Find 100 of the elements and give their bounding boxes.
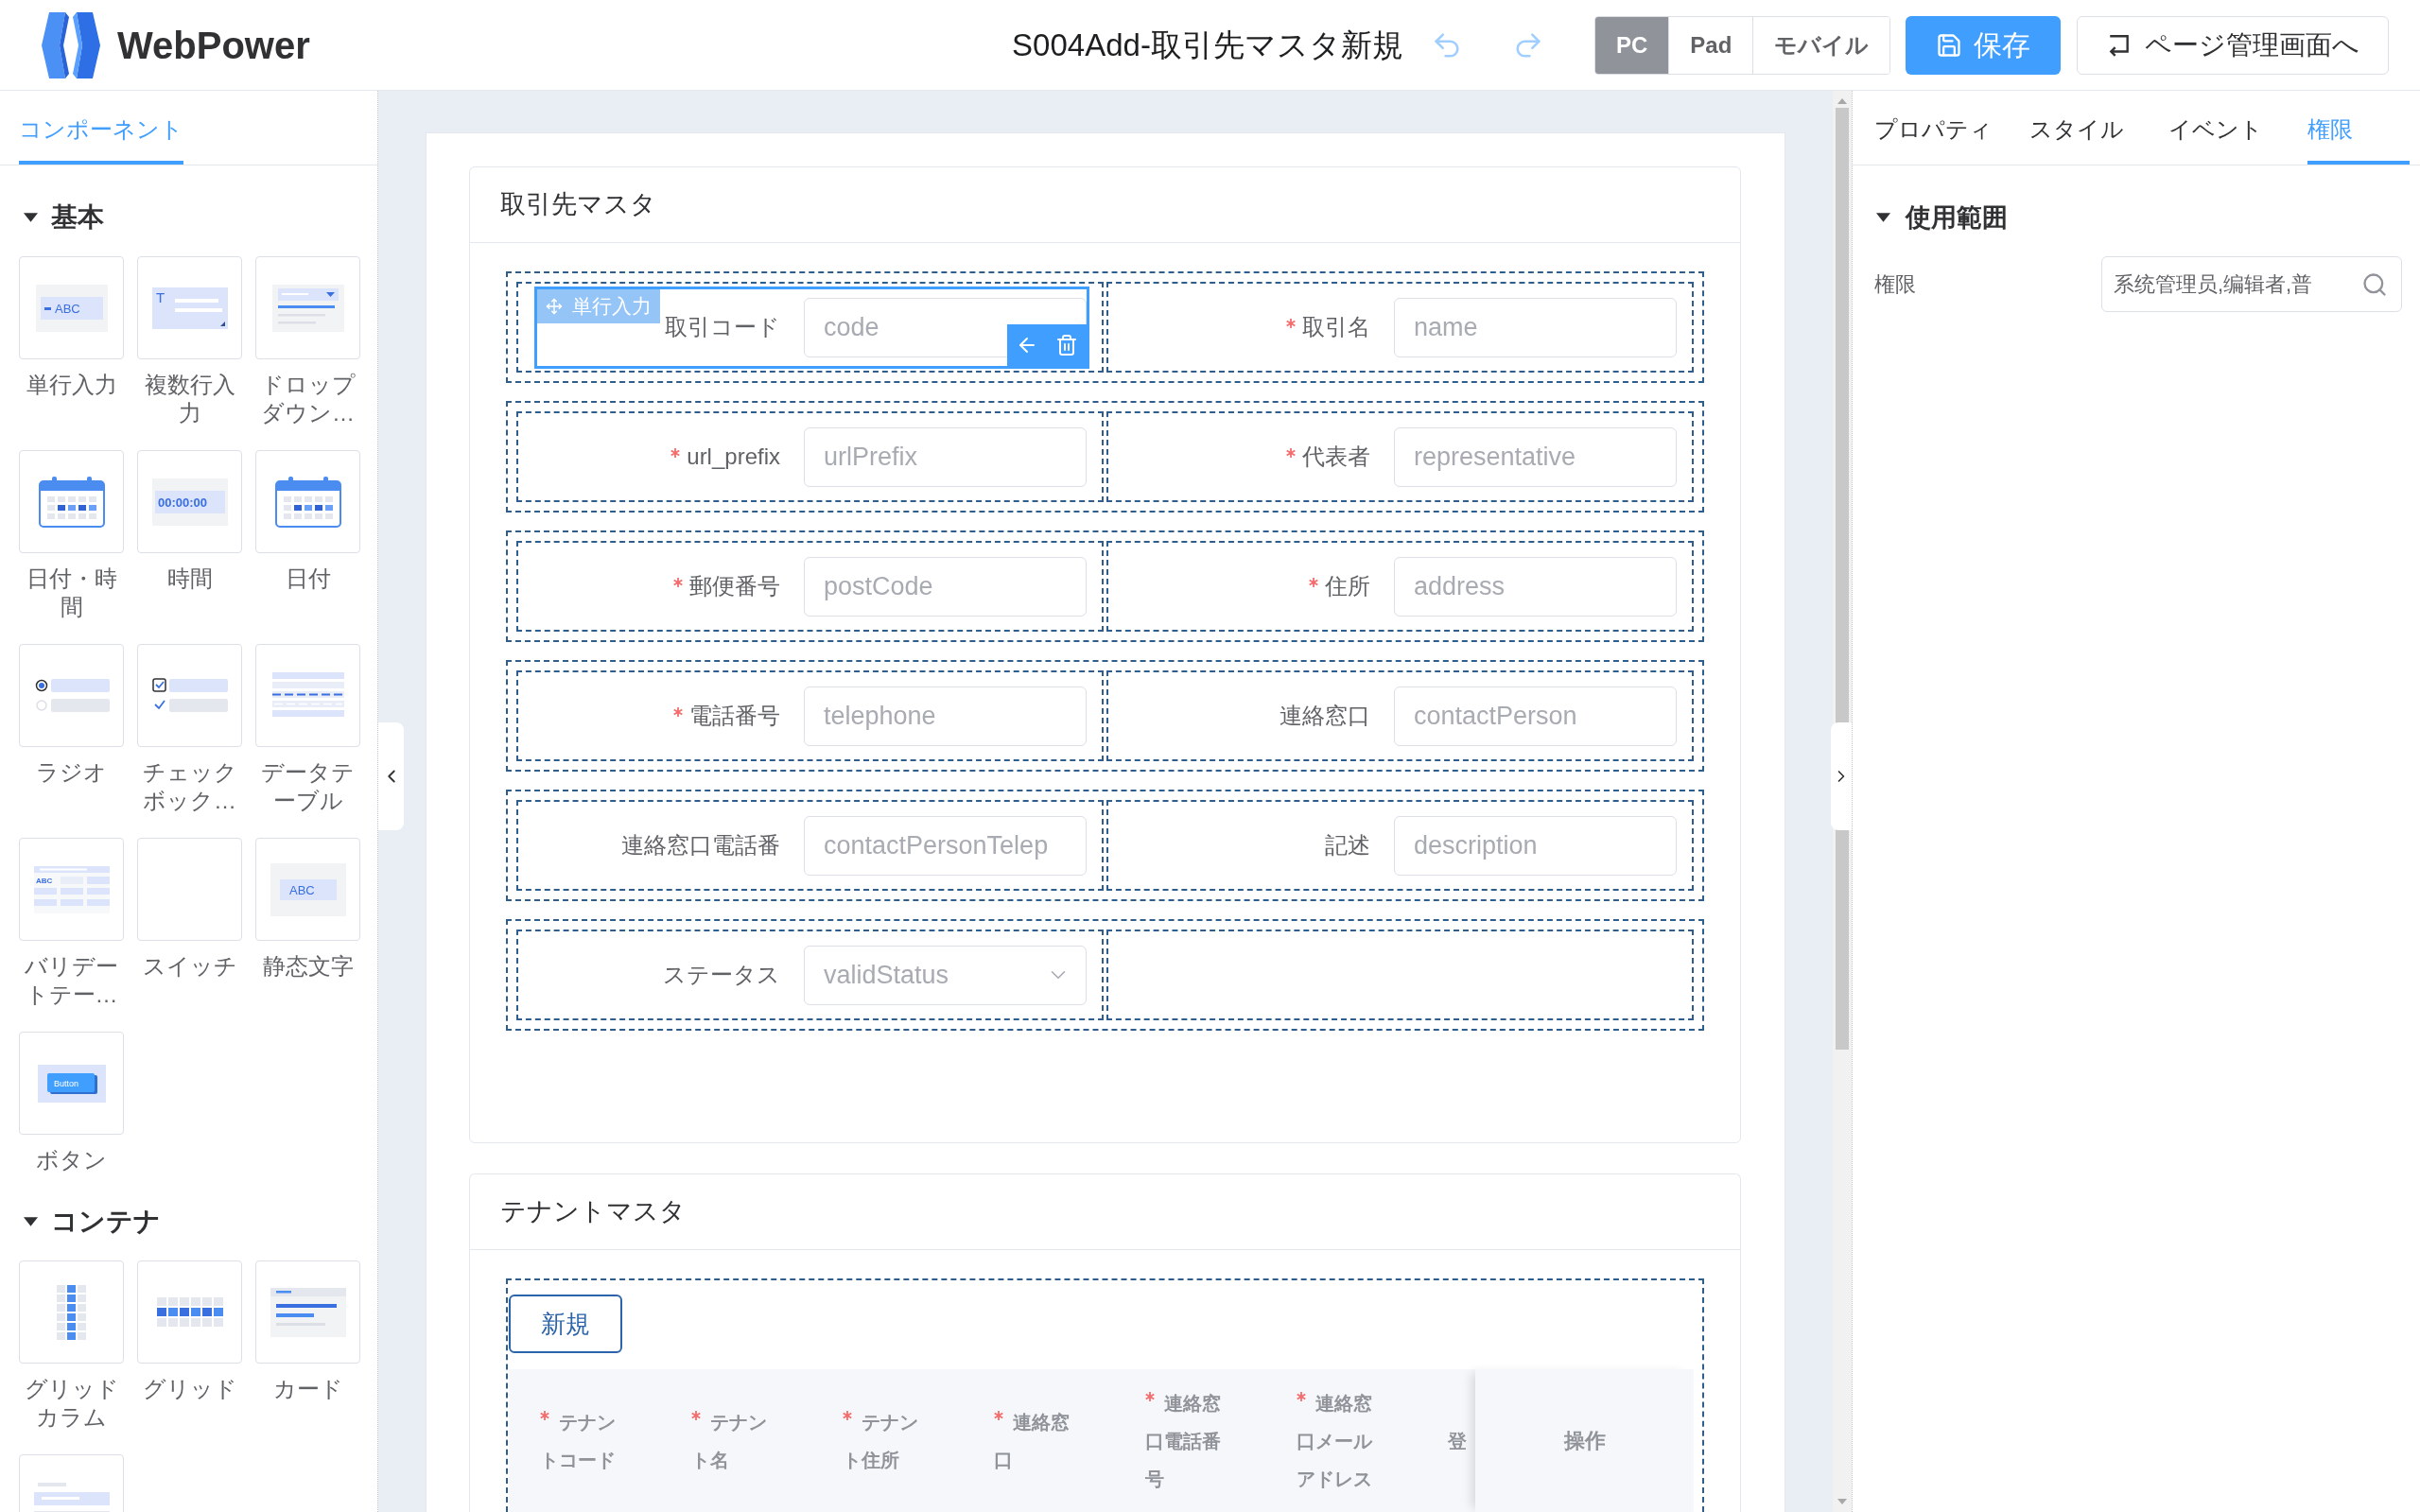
grid-icon xyxy=(156,1297,223,1327)
radio-list-icon xyxy=(33,676,110,715)
trash-icon xyxy=(1055,333,1078,356)
component-label: 日付・時間 xyxy=(25,565,118,621)
component-tile[interactable] xyxy=(255,450,360,553)
component-tile[interactable] xyxy=(19,644,124,747)
component-label: カード xyxy=(271,1375,344,1403)
scroll-down-arrow-icon[interactable] xyxy=(1837,1499,1847,1504)
field-label: 郵便番号 xyxy=(689,573,780,600)
text-label-icon: ABC xyxy=(270,862,346,916)
component-tile[interactable]: ABC xyxy=(255,838,360,941)
text-field[interactable]: contactPersonTelep xyxy=(804,815,1087,876)
caret-icon[interactable] xyxy=(24,1217,38,1226)
component-label: バリデートテー… xyxy=(24,952,119,1009)
component-tile[interactable] xyxy=(19,1260,124,1364)
component-label: グリッドカラム xyxy=(23,1375,120,1432)
collapse-right-button[interactable] xyxy=(1831,722,1852,830)
field-label: 連絡窓口電話番 xyxy=(621,832,780,859)
textarea-icon: T xyxy=(151,287,228,329)
column-header[interactable]: 連絡窓口電話番号 xyxy=(1145,1383,1238,1498)
text-field[interactable]: address xyxy=(1394,556,1677,617)
component-label: ラジオ xyxy=(35,758,108,787)
field-label: 記述 xyxy=(1325,832,1370,859)
column-header[interactable]: 登 xyxy=(1448,1421,1467,1460)
text-field[interactable]: contactPerson xyxy=(1394,686,1677,746)
calendar-icon xyxy=(274,476,341,528)
component-label: ドロップダウン… xyxy=(259,371,357,427)
component-tile[interactable] xyxy=(137,1260,242,1364)
collapse-left-button[interactable] xyxy=(378,722,404,830)
component-tile[interactable] xyxy=(255,644,360,747)
component-tile[interactable] xyxy=(19,450,124,553)
component-tag-label: 単行入力 xyxy=(572,294,652,318)
scrollbar[interactable] xyxy=(1833,91,1852,1512)
component-label: ボタン xyxy=(35,1146,108,1174)
column-header[interactable]: テナント住所 xyxy=(843,1402,935,1479)
component-label: スイッチ xyxy=(141,952,238,981)
device-tab[interactable]: モバイル xyxy=(1752,16,1890,74)
component-tile[interactable] xyxy=(137,644,242,747)
component-label: グリッド xyxy=(141,1375,238,1403)
component-label: 静态文字 xyxy=(261,952,355,981)
field-label: 取引コード xyxy=(665,314,780,340)
caret-icon[interactable] xyxy=(1876,213,1890,222)
section-title[interactable]: 基本 xyxy=(51,198,104,237)
field-label: 連絡窓口 xyxy=(1280,703,1370,729)
back-button[interactable]: ページ管理画面へ xyxy=(2077,15,2390,75)
selection-frame[interactable]: 取引コード code 単行入力 xyxy=(534,286,1089,369)
text-field[interactable]: postCode xyxy=(804,556,1087,617)
column-header[interactable]: 連絡窓口メールアドレス xyxy=(1297,1383,1389,1498)
card-icon xyxy=(270,1287,346,1337)
component-tile[interactable] xyxy=(255,256,360,359)
column-header[interactable]: 連絡窓口 xyxy=(994,1402,1087,1479)
component-tile[interactable]: T xyxy=(137,256,242,359)
column-header[interactable]: テナントコード xyxy=(540,1402,633,1479)
card-title: 取引先マスタ xyxy=(500,189,656,221)
panel-tab[interactable]: プロパティ xyxy=(1874,116,1993,165)
new-button[interactable]: 新規 xyxy=(509,1295,622,1353)
time-field-icon: 00:00:00 xyxy=(151,478,228,526)
field-label: 電話番号 xyxy=(689,703,780,729)
checkbox-list-icon xyxy=(151,676,228,715)
calendar-icon xyxy=(38,476,105,528)
panel-tab[interactable]: コンポーネント xyxy=(19,116,183,165)
dropdown-icon xyxy=(271,284,344,332)
panel-tab[interactable]: スタイル xyxy=(2029,116,2132,165)
component-label: 日付 xyxy=(284,565,332,593)
component-tile[interactable] xyxy=(255,1260,360,1364)
component-tile[interactable] xyxy=(137,838,242,941)
select-field[interactable]: validStatus xyxy=(804,945,1087,1005)
panel-tab[interactable]: 権限 xyxy=(2307,116,2410,165)
text-field[interactable]: representative xyxy=(1394,426,1677,487)
field-label: 権限 xyxy=(1874,271,1917,298)
permission-field[interactable]: 系统管理员,编辑者,普 xyxy=(2101,256,2402,312)
text-input-icon: ABC xyxy=(35,284,108,332)
text-field[interactable]: telephone xyxy=(804,686,1087,746)
component-label: チェックボック… xyxy=(141,758,238,815)
component-label: 単行入力 xyxy=(25,371,118,399)
component-tile[interactable]: 00:00:00 xyxy=(137,450,242,553)
text-field[interactable]: description xyxy=(1394,815,1677,876)
text-field[interactable]: name xyxy=(1394,297,1677,357)
component-tile[interactable]: ABC xyxy=(19,256,124,359)
section-title[interactable]: コンテナ xyxy=(51,1202,161,1242)
section-title[interactable]: 使用範囲 xyxy=(1906,198,2008,237)
text-field[interactable]: urlPrefix xyxy=(804,426,1087,487)
page-title: S004Add-取引先マスタ新規 xyxy=(1011,26,1404,64)
field-label: ステータス xyxy=(663,962,780,988)
panel-tab[interactable]: イベント xyxy=(2168,116,2271,165)
scroll-up-arrow-icon[interactable] xyxy=(1837,98,1847,104)
form-table-icon: ABC xyxy=(33,865,110,913)
field-label: url_prefix xyxy=(687,443,780,470)
caret-icon[interactable] xyxy=(24,213,38,222)
device-tab[interactable]: PC xyxy=(1595,16,1669,74)
field-label: 代表者 xyxy=(1302,443,1370,470)
column-header[interactable]: テナント名 xyxy=(691,1402,784,1479)
component-tile[interactable]: ABC xyxy=(19,838,124,941)
component-label: 複数行入力 xyxy=(143,371,236,427)
component-label: データテーブル xyxy=(260,758,356,815)
search-icon[interactable] xyxy=(2361,270,2388,298)
logo-text: WebPower xyxy=(117,23,310,68)
move-arrows-icon[interactable] xyxy=(546,297,563,315)
component-tile[interactable]: Button xyxy=(19,1032,124,1135)
save-button[interactable]: 保存 xyxy=(1906,15,2062,75)
